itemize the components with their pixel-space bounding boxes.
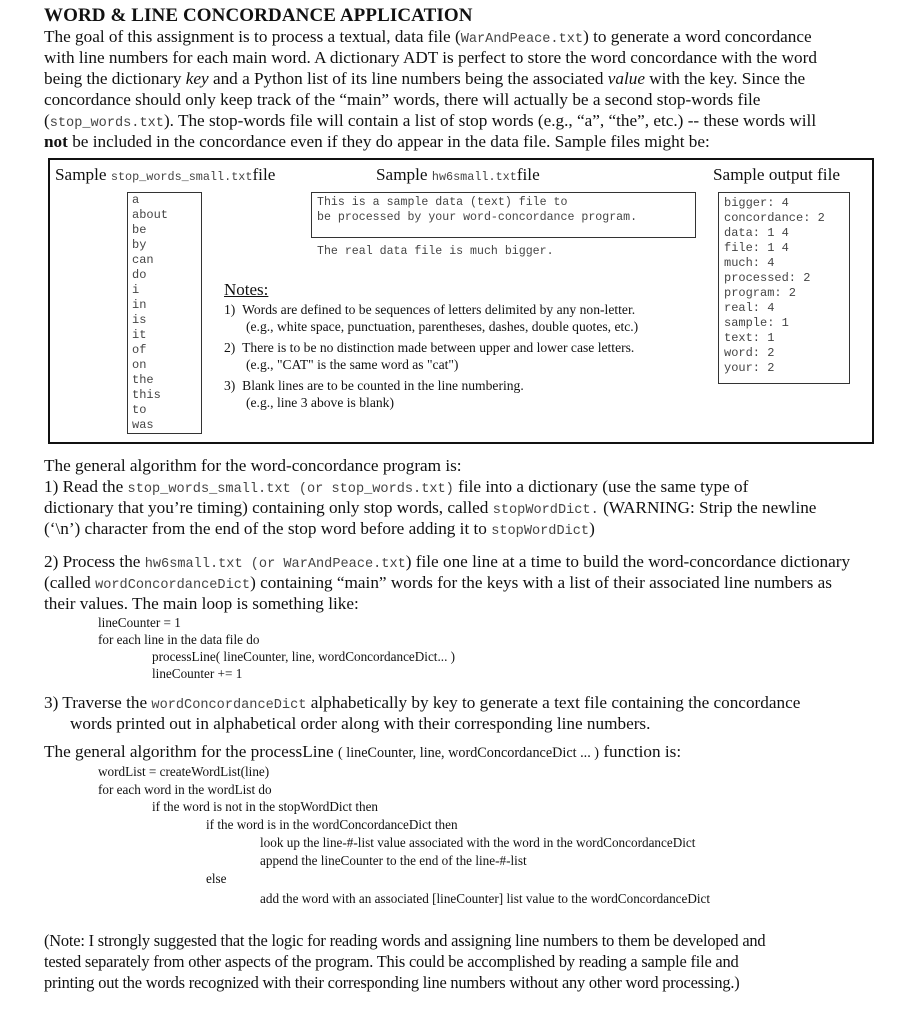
stop-word: of	[132, 343, 147, 357]
stop-words-list: a about be by can do i in is it of on th…	[127, 192, 202, 434]
pseudocode-line: lineCounter += 1	[152, 666, 243, 681]
output-line: data: 1 4	[724, 226, 789, 240]
stop-word: by	[132, 238, 147, 252]
note-line: (Note: I strongly suggested that the log…	[44, 931, 766, 950]
note-item-detail: (e.g., white space, punctuation, parenth…	[246, 319, 639, 334]
filename: stop_words.txt	[49, 116, 164, 131]
stop-word: the	[132, 373, 154, 387]
stop-word: is	[132, 313, 147, 327]
output-line: bigger: 4	[724, 196, 789, 210]
stop-word: was	[132, 418, 154, 432]
stop-word: to	[132, 403, 147, 417]
data-line: be processed by your word-concordance pr…	[317, 211, 638, 224]
note-item: 1) Words are defined to be sequences of …	[224, 302, 636, 317]
pseudocode-line: lineCounter = 1	[98, 615, 181, 630]
stop-word: this	[132, 388, 161, 402]
output-line: concordance: 2	[724, 211, 825, 225]
pseudocode-line: processLine( lineCounter, line, wordConc…	[152, 649, 456, 664]
output-file-header: Sample output file	[713, 165, 840, 184]
pseudocode-line: for each line in the data file do	[98, 632, 260, 647]
stop-word: do	[132, 268, 147, 282]
stop-word: can	[132, 253, 154, 267]
stop-word: i	[132, 283, 140, 297]
step-line: (‘\n’) character from the end of the sto…	[44, 519, 595, 539]
pseudocode-line: if the word is not in the stopWordDict t…	[152, 799, 379, 814]
pseudocode-line: wordList = createWordList(line)	[98, 764, 270, 779]
stop-word: about	[132, 208, 169, 222]
pseudocode-line: if the word is in the wordConcordanceDic…	[206, 817, 458, 832]
output-line: real: 4	[724, 301, 775, 315]
intro-line: not be included in the concordance even …	[44, 132, 710, 151]
pseudocode-line: add the word with an associated [lineCou…	[260, 891, 711, 906]
pseudocode-line: for each word in the wordList do	[98, 782, 272, 797]
intro-line: with line numbers for each main word. A …	[44, 48, 817, 67]
output-line: sample: 1	[724, 316, 789, 330]
output-file-content: bigger: 4 concordance: 2 data: 1 4 file:…	[718, 192, 850, 384]
output-line: much: 4	[724, 256, 775, 270]
stop-word: a	[132, 193, 140, 207]
output-line: your: 2	[724, 361, 775, 375]
algorithm-heading: The general algorithm for the word-conco…	[44, 456, 462, 475]
data-file-content: This is a sample data (text) file to be …	[311, 192, 696, 258]
output-line: program: 2	[724, 286, 797, 300]
output-line: processed: 2	[724, 271, 811, 285]
data-file-header: Sample hw6small.txtfile	[376, 165, 540, 184]
stop-word: in	[132, 298, 147, 312]
data-line: The real data file is much bigger.	[317, 245, 554, 258]
output-line: file: 1 4	[724, 241, 789, 255]
stop-word: on	[132, 358, 147, 372]
pseudocode-line: look up the line-#-list value associated…	[260, 835, 696, 850]
output-line: text: 1	[724, 331, 775, 345]
notes-heading: Notes:	[224, 280, 269, 299]
step-line: their values. The main loop is something…	[44, 594, 359, 613]
note-item: 2) There is to be no distinction made be…	[224, 340, 635, 355]
filename: WarAndPeace.txt	[460, 32, 584, 47]
output-line: word: 2	[724, 346, 775, 360]
stop-words-header: Sample stop_words_small.txtfile	[55, 165, 276, 184]
note-item-detail: (e.g., "CAT" is the same word as "cat")	[246, 357, 459, 372]
pseudocode-line: append the lineCounter to the end of the…	[260, 853, 527, 868]
stop-word: be	[132, 223, 147, 237]
intro-line: concordance should only keep track of th…	[44, 90, 761, 109]
step-line: words printed out in alphabetical order …	[70, 714, 651, 733]
note-line: printing out the words recognized with t…	[44, 973, 740, 992]
note-item: 3) Blank lines are to be counted in the …	[224, 378, 524, 393]
intro-line: being the dictionary key and a Python li…	[44, 69, 806, 88]
stop-word: it	[132, 328, 147, 342]
pseudocode-line: else	[206, 871, 227, 886]
data-line: This is a sample data (text) file to	[317, 196, 568, 209]
process-line-heading: The general algorithm for the processLin…	[44, 742, 682, 761]
note-item-detail: (e.g., line 3 above is blank)	[246, 395, 394, 410]
note-line: tested separately from other aspects of …	[44, 952, 739, 971]
page-title: WORD & LINE CONCORDANCE APPLICATION	[44, 5, 473, 26]
